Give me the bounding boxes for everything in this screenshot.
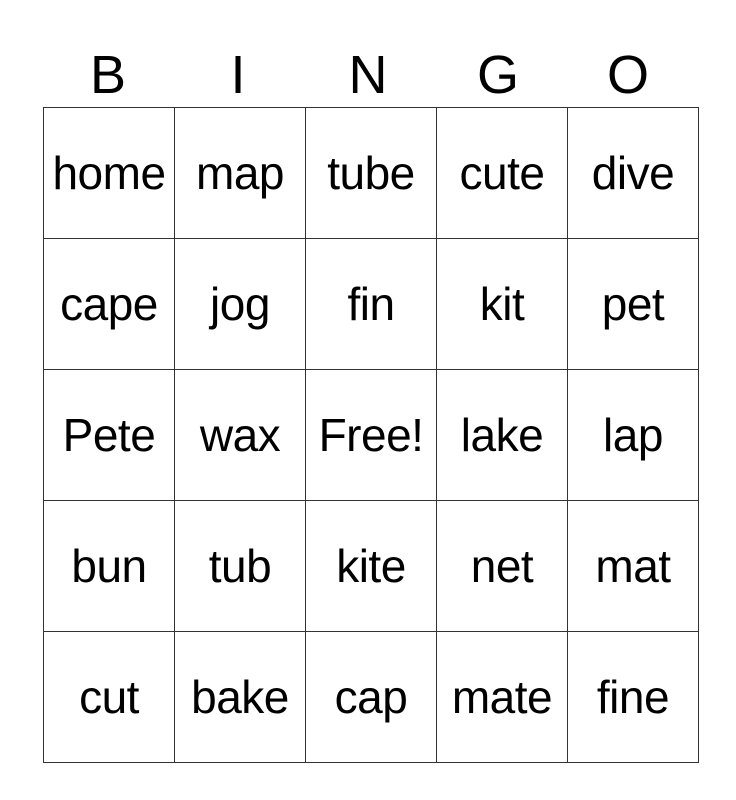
card-cell: cape bbox=[43, 238, 175, 370]
card-cell: kite bbox=[305, 500, 437, 632]
card-cell: mat bbox=[567, 500, 699, 632]
card-cell: lap bbox=[567, 369, 699, 501]
card-cell: bun bbox=[43, 500, 175, 632]
card-cell: map bbox=[174, 107, 306, 239]
card-cell: fine bbox=[567, 631, 699, 763]
card-cell: mate bbox=[436, 631, 568, 763]
card-cell: jog bbox=[174, 238, 306, 370]
card-cell: lake bbox=[436, 369, 568, 501]
card-cell: kit bbox=[436, 238, 568, 370]
card-row: Pete wax Free! lake lap bbox=[43, 369, 699, 501]
card-cell: home bbox=[43, 107, 175, 239]
card-row: cape jog fin kit pet bbox=[43, 238, 699, 370]
card-cell: Pete bbox=[43, 369, 175, 501]
header-letter-n: N bbox=[348, 45, 388, 105]
card-row: bun tub kite net mat bbox=[43, 500, 699, 632]
header-letter-o: O bbox=[606, 45, 649, 105]
card-cell: cut bbox=[43, 631, 175, 763]
card-cell: tub bbox=[174, 500, 306, 632]
card-cell: bake bbox=[174, 631, 306, 763]
card-row: home map tube cute dive bbox=[43, 107, 699, 239]
card-cell: dive bbox=[567, 107, 699, 239]
card-cell: net bbox=[436, 500, 568, 632]
card-cell: pet bbox=[567, 238, 699, 370]
card-cell: cap bbox=[305, 631, 437, 763]
card-cell: fin bbox=[305, 238, 437, 370]
card-cell: wax bbox=[174, 369, 306, 501]
card-cell: cute bbox=[436, 107, 568, 239]
card-cell: tube bbox=[305, 107, 437, 239]
card-row: cut bake cap mate fine bbox=[43, 631, 699, 763]
free-space-cell: Free! bbox=[305, 369, 437, 501]
header-letter-g: G bbox=[476, 45, 519, 105]
header-letter-b: B bbox=[89, 45, 127, 105]
bingo-card: home map tube cute dive cape jog fin kit… bbox=[43, 107, 699, 763]
header-letter-i: I bbox=[230, 45, 246, 105]
bingo-header: B I N G O bbox=[43, 44, 693, 106]
